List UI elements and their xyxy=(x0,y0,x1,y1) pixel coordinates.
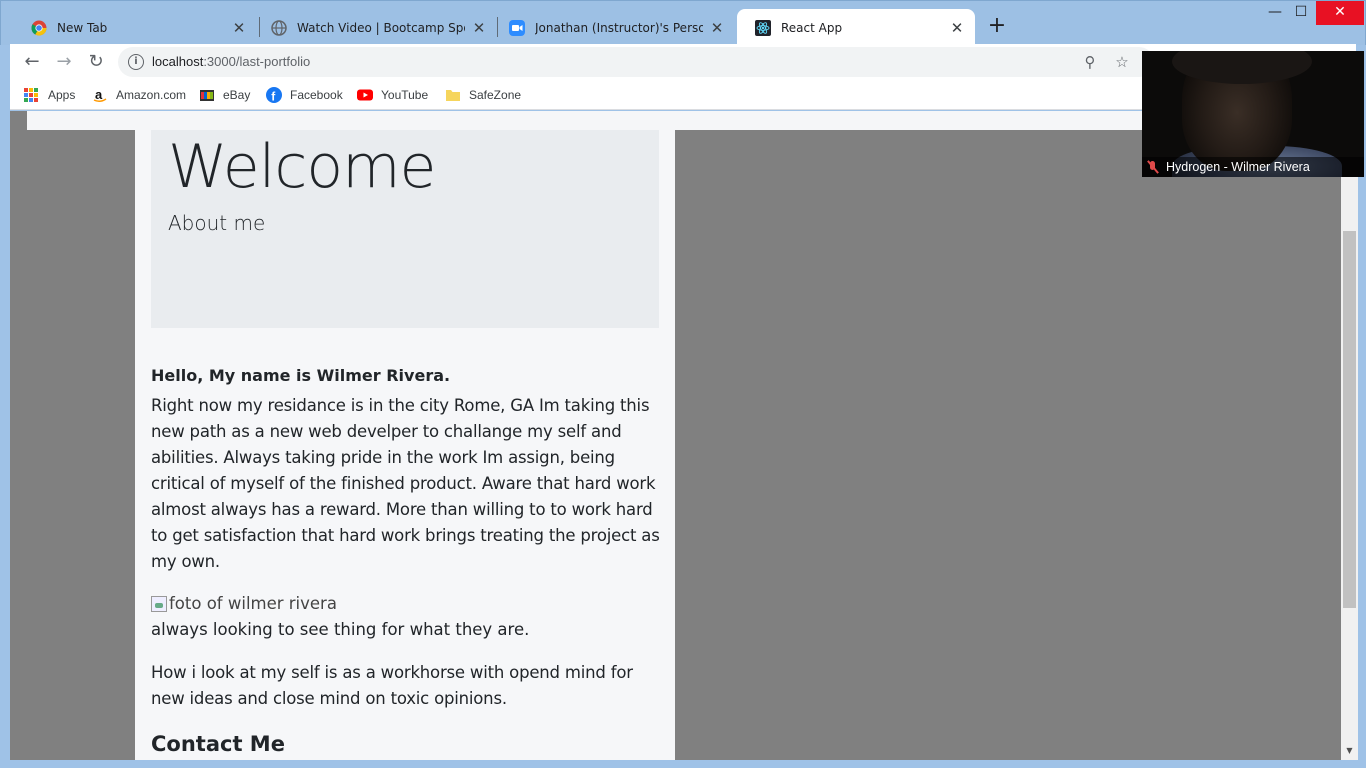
greeting-heading: Hello, My name is Wilmer Rivera. xyxy=(151,366,451,385)
bookmark-label: eBay xyxy=(223,88,251,102)
close-tab-icon[interactable]: ✕ xyxy=(709,19,725,37)
profile-photo-alt: foto of wilmer rivera xyxy=(169,594,337,613)
broken-image-icon xyxy=(151,596,167,612)
about-card: Welcome About me Hello, My name is Wilme… xyxy=(135,130,675,760)
workhorse-paragraph: How i look at my self is as a workhorse … xyxy=(151,663,633,708)
bookmark-label: YouTube xyxy=(381,88,429,102)
close-tab-icon[interactable]: ✕ xyxy=(949,19,965,37)
url-text[interactable]: localhost:3000/last-portfolio xyxy=(152,54,310,69)
svg-text:a: a xyxy=(95,87,103,102)
tab-react-app[interactable]: React App ✕ xyxy=(737,9,975,46)
site-info-icon[interactable]: i xyxy=(128,54,144,70)
tab-title: React App xyxy=(781,20,843,35)
tab-zoom-meeting[interactable]: Jonathan (Instructor)'s Personal M ✕ xyxy=(491,9,735,46)
about-content: Hello, My name is Wilmer Rivera. Right n… xyxy=(151,365,663,758)
tab-bootcamp-spot[interactable]: Watch Video | Bootcamp Spot ✕ xyxy=(253,9,497,46)
zoom-icon xyxy=(509,19,525,36)
mic-muted-icon xyxy=(1146,160,1160,174)
close-window-icon[interactable]: ✕ xyxy=(1316,1,1364,25)
page-scrollbar[interactable]: ▲ ▼ xyxy=(1341,111,1358,760)
bookmark-facebook[interactable]: f Facebook xyxy=(266,84,343,106)
forward-arrow-icon[interactable]: → xyxy=(52,50,76,74)
bookmark-ebay[interactable]: eBay xyxy=(199,84,250,106)
participant-name: Hydrogen - Wilmer Rivera xyxy=(1166,160,1310,174)
new-tab-button[interactable]: + xyxy=(985,15,1009,39)
folder-icon xyxy=(446,90,460,101)
page-title: Welcome xyxy=(168,132,436,202)
scroll-thumb[interactable] xyxy=(1343,231,1356,608)
close-tab-icon[interactable]: ✕ xyxy=(471,19,487,37)
ebay-icon xyxy=(200,90,214,101)
bookmark-label: Facebook xyxy=(290,88,343,102)
bookmark-apps[interactable]: Apps xyxy=(24,84,75,106)
tagline: always looking to see thing for what the… xyxy=(151,620,530,639)
amazon-icon: a xyxy=(93,87,107,103)
browser-tab-strip: New Tab ✕ Watch Video | Bootcamp Spot ✕ … xyxy=(0,0,1366,46)
bookmark-amazon[interactable]: a Amazon.com xyxy=(92,84,186,106)
globe-icon xyxy=(271,19,287,36)
bio-paragraph: Right now my residance is in the city Ro… xyxy=(151,396,660,571)
reload-icon[interactable]: ↻ xyxy=(84,50,108,74)
bookmark-safezone[interactable]: SafeZone xyxy=(445,84,521,106)
url-path: :3000/last-portfolio xyxy=(203,54,311,69)
tab-title: New Tab xyxy=(57,20,108,35)
back-arrow-icon[interactable]: ← xyxy=(20,50,44,74)
tab-title: Jonathan (Instructor)'s Personal M xyxy=(535,20,703,35)
bookmark-label: SafeZone xyxy=(469,88,522,102)
close-tab-icon[interactable]: ✕ xyxy=(231,19,247,37)
apps-grid-icon xyxy=(24,88,38,102)
video-call-thumbnail[interactable]: Hydrogen - Wilmer Rivera xyxy=(1142,51,1364,177)
bookmark-label: Amazon.com xyxy=(116,88,187,102)
bookmark-star-icon[interactable]: ☆ xyxy=(1112,52,1132,72)
profile-photo: foto of wilmer rivera xyxy=(151,591,663,617)
bookmark-youtube[interactable]: YouTube xyxy=(357,84,428,106)
jumbotron: Welcome About me xyxy=(151,130,659,328)
chrome-icon xyxy=(31,20,47,36)
contact-heading: Contact Me xyxy=(151,732,285,756)
page-viewport: Welcome About me Hello, My name is Wilme… xyxy=(10,111,1341,760)
page-subtitle: About me xyxy=(168,211,266,235)
youtube-icon xyxy=(357,89,373,101)
address-bar[interactable]: i localhost:3000/last-portfolio ⚲ ☆ xyxy=(118,47,1154,77)
tab-new-tab[interactable]: New Tab ✕ xyxy=(13,9,257,46)
maximize-icon[interactable]: ☐ xyxy=(1285,1,1317,25)
bookmark-label: Apps xyxy=(48,88,76,102)
url-host: localhost xyxy=(152,54,204,69)
react-icon xyxy=(755,19,771,36)
facebook-icon: f xyxy=(266,87,282,103)
tab-title: Watch Video | Bootcamp Spot xyxy=(297,20,465,35)
participant-label: Hydrogen - Wilmer Rivera xyxy=(1142,157,1364,177)
scroll-down-arrow-icon[interactable]: ▼ xyxy=(1341,744,1358,758)
zoom-magnifier-icon[interactable]: ⚲ xyxy=(1080,52,1100,72)
